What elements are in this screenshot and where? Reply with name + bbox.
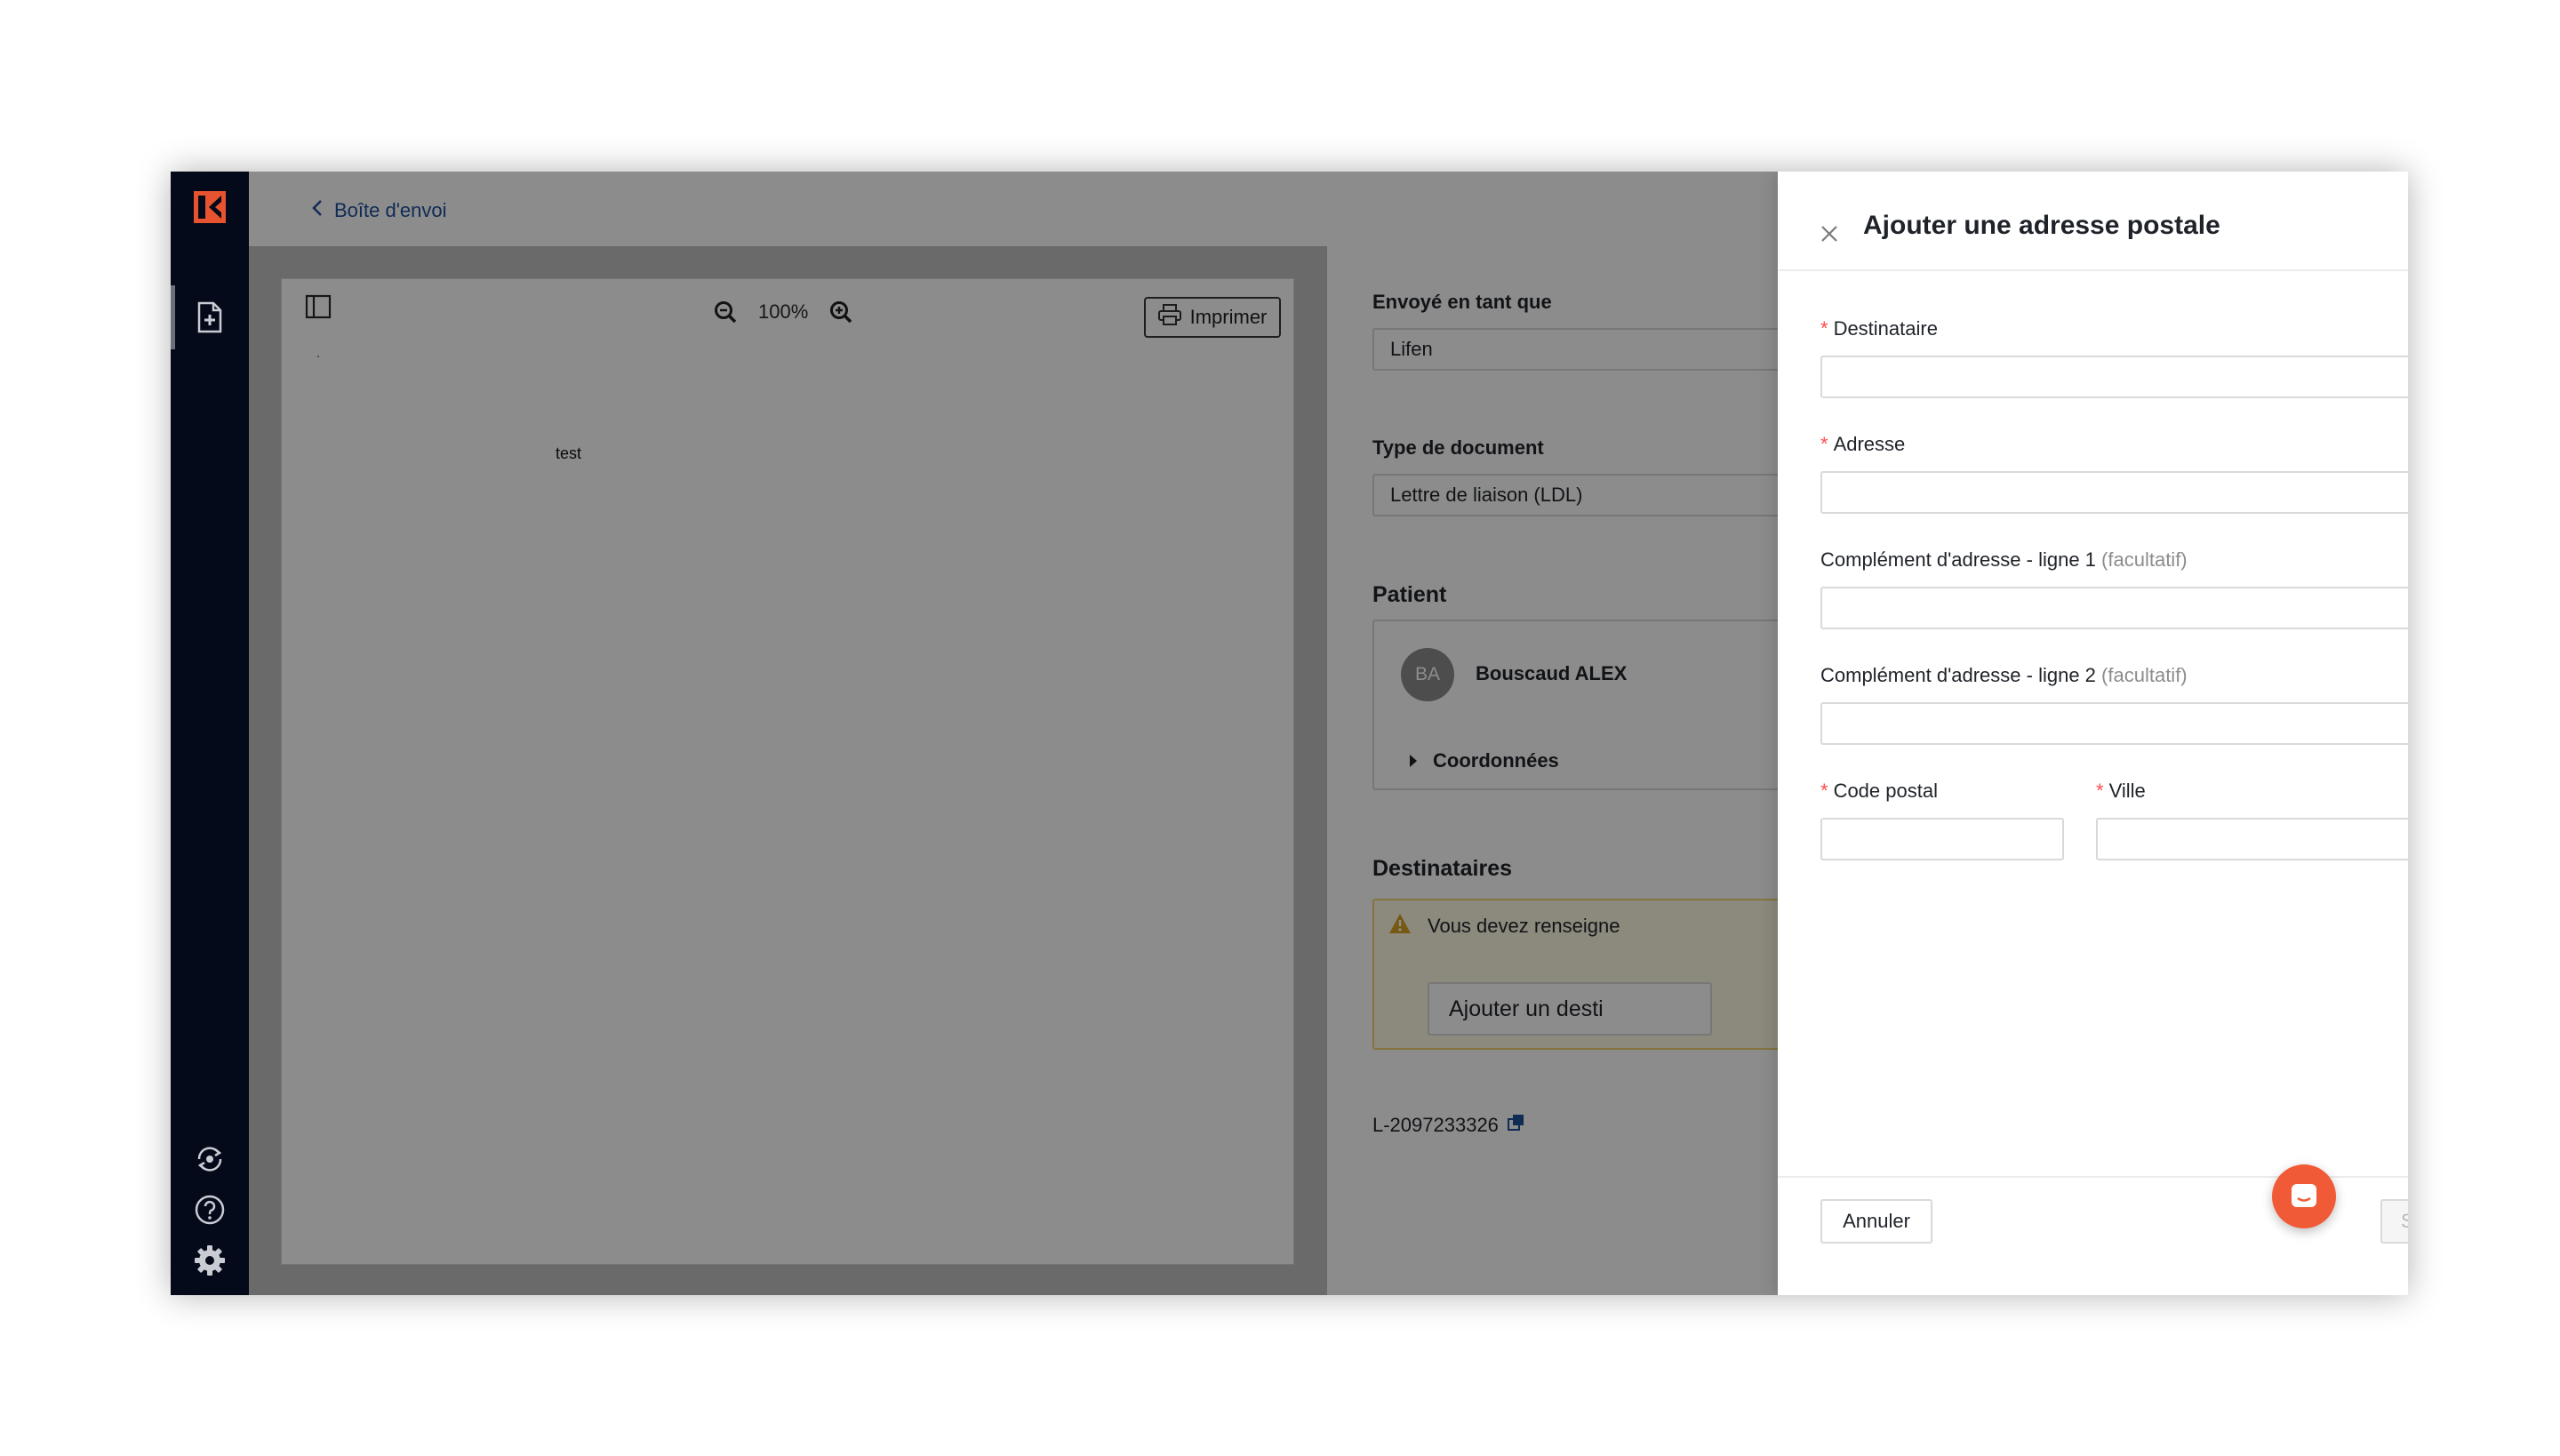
chat-icon[interactable] xyxy=(2272,1164,2336,1228)
optional-tag: (facultatif) xyxy=(2101,664,2188,686)
help-circle-icon[interactable] xyxy=(191,1191,228,1228)
postal-code-label: * Code postal xyxy=(1820,780,1938,802)
optional-tag: (facultatif) xyxy=(2101,548,2188,571)
complement2-label: Complément d'adresse - ligne 2 (facultat… xyxy=(1820,664,2188,686)
gear-icon[interactable] xyxy=(191,1242,228,1279)
add-postal-address-drawer: Ajouter une adresse postale * Destinatair… xyxy=(1778,172,2408,1295)
address-input[interactable] xyxy=(1820,471,2408,514)
cancel-button[interactable]: Annuler xyxy=(1820,1199,1932,1244)
save-button[interactable]: Sauvegarder xyxy=(2380,1199,2408,1244)
modal-overlay[interactable] xyxy=(249,172,1778,1295)
complement1-input[interactable] xyxy=(1820,587,2408,629)
city-input[interactable] xyxy=(2096,818,2408,860)
required-mark: * xyxy=(1820,317,1828,340)
nav-active-indicator xyxy=(171,285,175,349)
required-mark: * xyxy=(1820,433,1828,455)
required-mark: * xyxy=(2096,780,2104,802)
sync-icon[interactable] xyxy=(191,1140,228,1178)
drawer-title: Ajouter une adresse postale xyxy=(1863,211,2220,240)
address-label: * Adresse xyxy=(1820,433,1906,455)
recipient-input[interactable] xyxy=(1820,356,2408,398)
city-label: * Ville xyxy=(2096,780,2146,802)
lifen-logo-icon[interactable] xyxy=(194,191,226,223)
complement2-input[interactable] xyxy=(1820,702,2408,745)
app-window: Boîte d'envoi 100% Imprimer test Envoyé … xyxy=(171,172,2408,1295)
file-plus-icon[interactable] xyxy=(191,299,228,336)
drawer-header: Ajouter une adresse postale xyxy=(1778,172,2408,271)
postal-code-input[interactable] xyxy=(1820,818,2064,860)
required-mark: * xyxy=(1820,780,1828,802)
sidebar xyxy=(171,172,249,1295)
close-icon[interactable] xyxy=(1817,221,1842,246)
recipient-label: * Destinataire xyxy=(1820,317,1938,340)
complement1-label: Complément d'adresse - ligne 1 (facultat… xyxy=(1820,548,2188,571)
